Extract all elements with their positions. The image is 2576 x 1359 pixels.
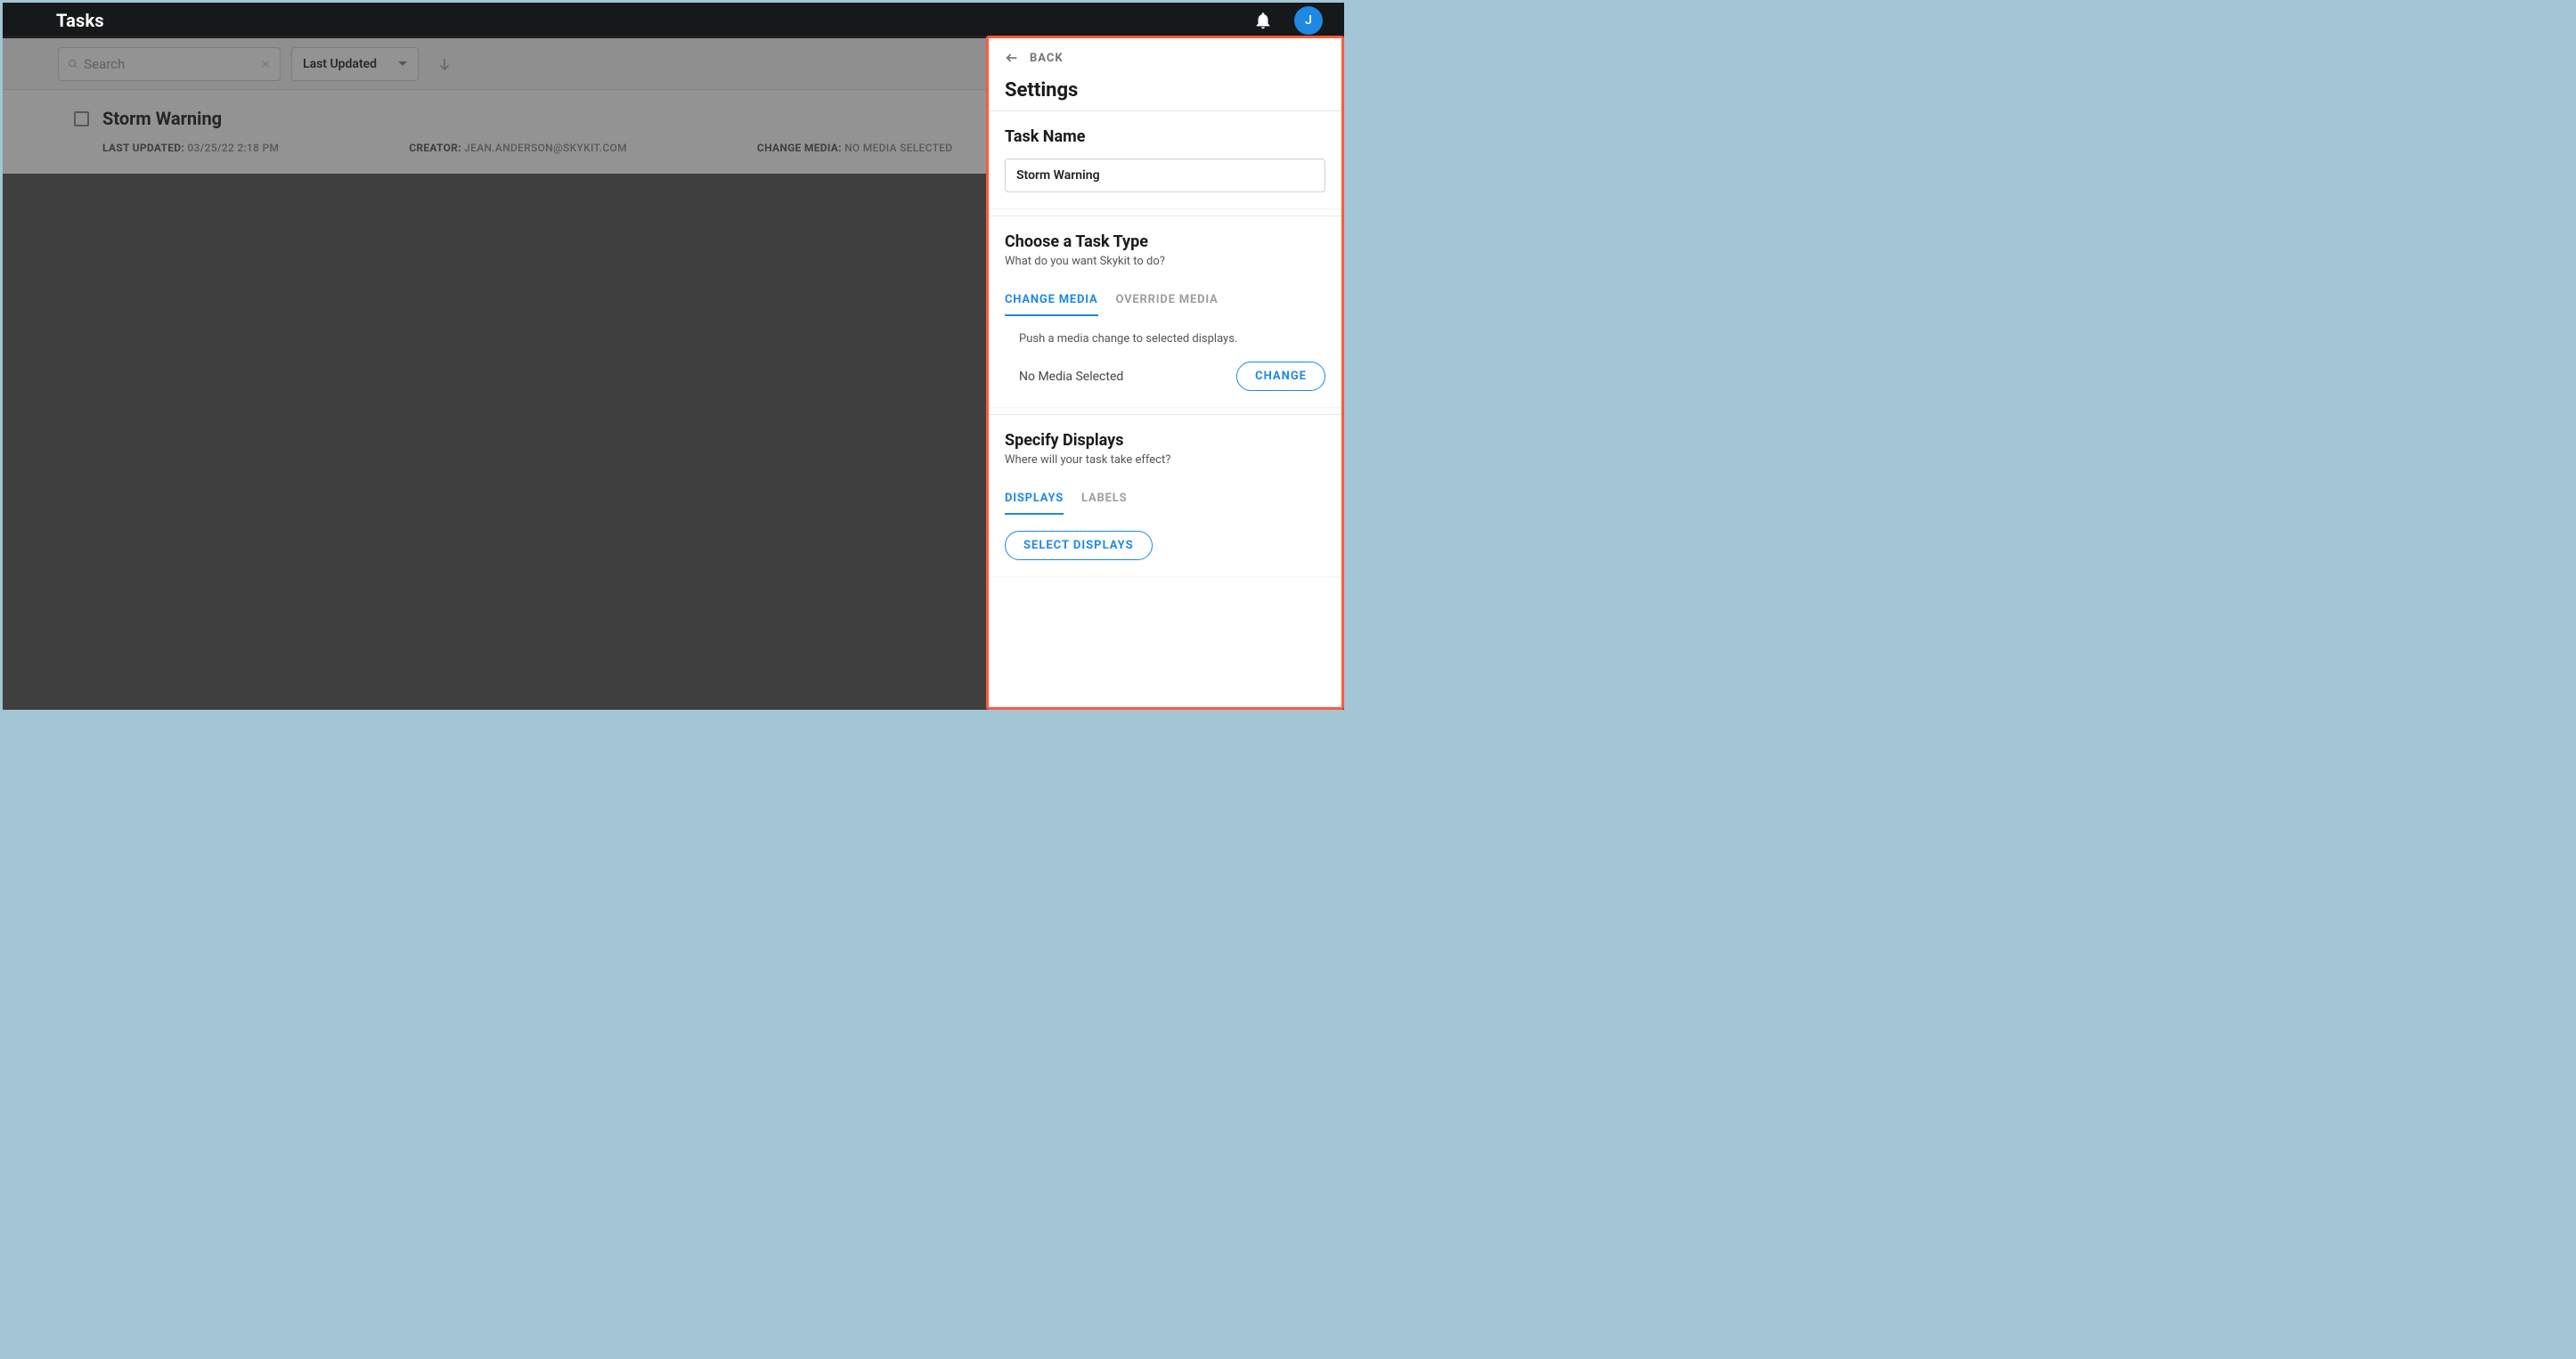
arrow-left-icon bbox=[1005, 51, 1019, 65]
task-name-label: Task Name bbox=[1005, 127, 1325, 146]
task-meta-creator: CREATOR: JEAN.ANDERSON@SKYKIT.COM bbox=[409, 142, 627, 154]
change-media-button[interactable]: CHANGE bbox=[1236, 362, 1325, 391]
displays-tabs: DISPLAYS LABELS bbox=[1005, 492, 1325, 515]
tab-labels[interactable]: LABELS bbox=[1081, 492, 1127, 514]
back-label: BACK bbox=[1030, 52, 1064, 65]
settings-panel: BACK Settings Task Name Choose a Task Ty… bbox=[986, 36, 1344, 710]
displays-title: Specify Displays bbox=[1005, 431, 1325, 450]
task-name-input[interactable] bbox=[1005, 159, 1325, 192]
topbar: Tasks J bbox=[3, 3, 1344, 38]
task-name-card: Task Name bbox=[989, 110, 1341, 208]
sort-direction-icon[interactable] bbox=[436, 56, 452, 72]
avatar[interactable]: J bbox=[1294, 6, 1323, 35]
task-type-title: Choose a Task Type bbox=[1005, 232, 1325, 251]
displays-card: Specify Displays Where will your task ta… bbox=[989, 414, 1341, 576]
search-input[interactable] bbox=[84, 56, 261, 72]
displays-subtitle: Where will your task take effect? bbox=[1005, 453, 1325, 467]
sort-label: Last Updated bbox=[303, 57, 377, 71]
panel-title: Settings bbox=[1005, 79, 1325, 102]
tab-override-media[interactable]: OVERRIDE MEDIA bbox=[1116, 293, 1219, 315]
back-button[interactable]: BACK bbox=[1005, 51, 1325, 65]
search-box[interactable] bbox=[58, 47, 281, 81]
clear-search-icon[interactable] bbox=[261, 57, 271, 71]
tab-description: Push a media change to selected displays… bbox=[1005, 332, 1325, 346]
task-checkbox[interactable] bbox=[74, 111, 89, 126]
task-type-card: Choose a Task Type What do you want Skyk… bbox=[989, 216, 1341, 407]
task-meta-media: CHANGE MEDIA: NO MEDIA SELECTED bbox=[757, 142, 952, 154]
notifications-icon[interactable] bbox=[1253, 11, 1273, 30]
task-type-subtitle: What do you want Skykit to do? bbox=[1005, 255, 1325, 268]
task-type-tabs: CHANGE MEDIA OVERRIDE MEDIA bbox=[1005, 293, 1325, 316]
chevron-down-icon bbox=[398, 61, 407, 66]
select-displays-button[interactable]: SELECT DISPLAYS bbox=[1005, 531, 1153, 560]
task-meta-updated: LAST UPDATED: 03/25/22 2:18 PM bbox=[102, 142, 279, 154]
page-title: Tasks bbox=[56, 10, 104, 31]
tab-displays[interactable]: DISPLAYS bbox=[1005, 492, 1064, 514]
tab-change-media[interactable]: CHANGE MEDIA bbox=[1005, 293, 1098, 315]
media-status: No Media Selected bbox=[1019, 370, 1123, 384]
sort-dropdown[interactable]: Last Updated bbox=[291, 47, 419, 81]
search-icon bbox=[68, 56, 78, 72]
